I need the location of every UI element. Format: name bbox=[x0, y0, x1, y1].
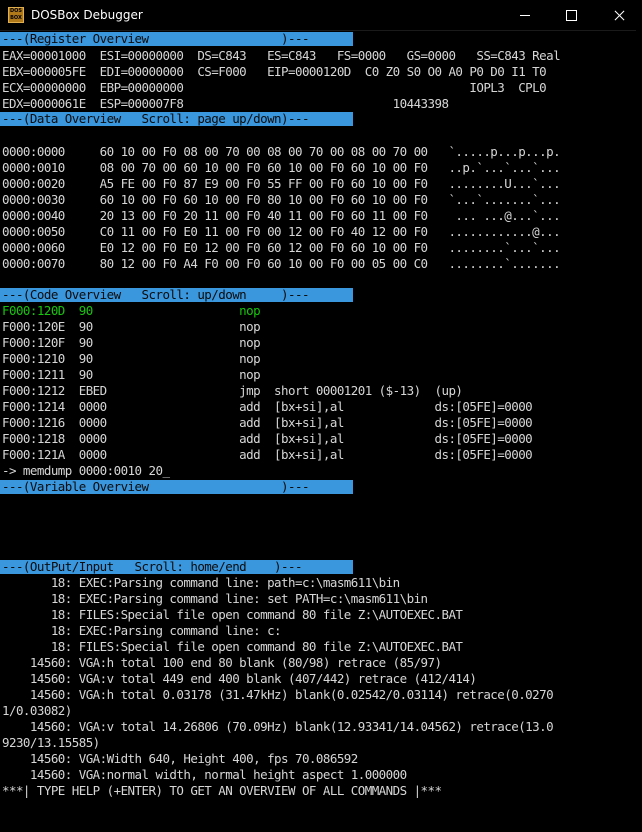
output-line: 18: EXEC:Parsing command line: c: bbox=[2, 623, 282, 638]
register-overview-header: ---(Register Overview )--- bbox=[0, 32, 353, 46]
output-line: 14560: VGA:Width 640, Height 400, fps 70… bbox=[2, 751, 358, 766]
minimize-button[interactable] bbox=[502, 0, 548, 30]
data-row: 0000:0010 08 00 70 00 60 10 00 F0 60 10 … bbox=[2, 160, 561, 175]
dosbox-icon[interactable]: DOS BOX bbox=[8, 7, 24, 23]
code-overview-header: ---(Code Overview Scroll: up/down )--- bbox=[0, 288, 353, 302]
output-line: 14560: VGA:h total 0.03178 (31.47kHz) bl… bbox=[2, 687, 554, 702]
register-line: EDX=0000061E ESP=000007F8 10443398 bbox=[2, 96, 449, 111]
close-button[interactable] bbox=[596, 0, 642, 30]
debugger-console[interactable]: ---(Register Overview )--- EAX=00001000 … bbox=[0, 30, 642, 832]
code-row: F000:120F 90 nop bbox=[2, 335, 261, 350]
output-line: 14560: VGA:v total 14.26806 (70.09Hz) bl… bbox=[2, 719, 554, 734]
help-prompt: ***| TYPE HELP (+ENTER) TO GET AN OVERVI… bbox=[2, 783, 442, 798]
output-line: 18: EXEC:Parsing command line: set PATH=… bbox=[2, 591, 428, 606]
output-line: 18: FILES:Special file open command 80 f… bbox=[2, 607, 463, 622]
code-row-current: F000:120D 90 nop bbox=[2, 303, 261, 318]
window-title: DOSBox Debugger bbox=[31, 8, 143, 22]
code-row: F000:1210 90 nop bbox=[2, 351, 261, 366]
maximize-button[interactable] bbox=[548, 0, 594, 30]
title-bar: DOS BOX DOSBox Debugger bbox=[0, 0, 642, 31]
variable-overview-header: ---(Variable Overview )--- bbox=[0, 480, 353, 494]
command-input[interactable]: -> memdump 0000:0010 20_ bbox=[2, 463, 170, 479]
data-overview-header: ---(Data Overview Scroll: page up/down)-… bbox=[0, 112, 353, 126]
data-row: 0000:0030 60 10 00 F0 60 10 00 F0 80 10 … bbox=[2, 192, 561, 207]
code-row: F000:1212 EBED jmp short 00001201 ($-13)… bbox=[2, 383, 463, 398]
output-line: 14560: VGA:normal width, normal height a… bbox=[2, 767, 407, 782]
code-row: F000:121A 0000 add [bx+si],al ds:[05FE]=… bbox=[2, 447, 533, 462]
data-row: 0000:0050 C0 11 00 F0 E0 11 00 F0 00 12 … bbox=[2, 224, 561, 239]
output-line: 18: EXEC:Parsing command line: path=c:\m… bbox=[2, 575, 400, 590]
data-row: 0000:0020 A5 FE 00 F0 87 E9 00 F0 55 FF … bbox=[2, 176, 561, 191]
register-line: ECX=00000000 EBP=00000000 IOPL3 CPL0 bbox=[2, 80, 547, 95]
output-line: 18: FILES:Special file open command 80 f… bbox=[2, 639, 463, 654]
output-line: 14560: VGA:h total 100 end 80 blank (80/… bbox=[2, 655, 442, 670]
data-row: 0000:0070 80 12 00 F0 A4 F0 00 F0 60 10 … bbox=[2, 256, 561, 271]
register-line: EAX=00001000 ESI=00000000 DS=C843 ES=C84… bbox=[2, 48, 561, 63]
code-row: F000:1216 0000 add [bx+si],al ds:[05FE]=… bbox=[2, 415, 533, 430]
code-row: F000:1211 90 nop bbox=[2, 367, 261, 382]
output-line: 1/0.03082) bbox=[2, 703, 72, 718]
data-row: 0000:0000 60 10 00 F0 08 00 70 00 08 00 … bbox=[2, 144, 561, 159]
output-overview-header: ---(OutPut/Input Scroll: home/end )--- bbox=[0, 560, 353, 574]
code-row: F000:1214 0000 add [bx+si],al ds:[05FE]=… bbox=[2, 399, 533, 414]
code-row: F000:1218 0000 add [bx+si],al ds:[05FE]=… bbox=[2, 431, 533, 446]
code-row: F000:120E 90 nop bbox=[2, 319, 261, 334]
data-row: 0000:0040 20 13 00 F0 20 11 00 F0 40 11 … bbox=[2, 208, 561, 223]
output-line: 9230/13.15585) bbox=[2, 735, 100, 750]
scrollbar[interactable] bbox=[636, 30, 642, 832]
data-row: 0000:0060 E0 12 00 F0 E0 12 00 F0 60 12 … bbox=[2, 240, 561, 255]
output-line: 14560: VGA:v total 449 end 400 blank (40… bbox=[2, 671, 477, 686]
register-line: EBX=000005FE EDI=00000000 CS=F000 EIP=00… bbox=[2, 64, 547, 79]
